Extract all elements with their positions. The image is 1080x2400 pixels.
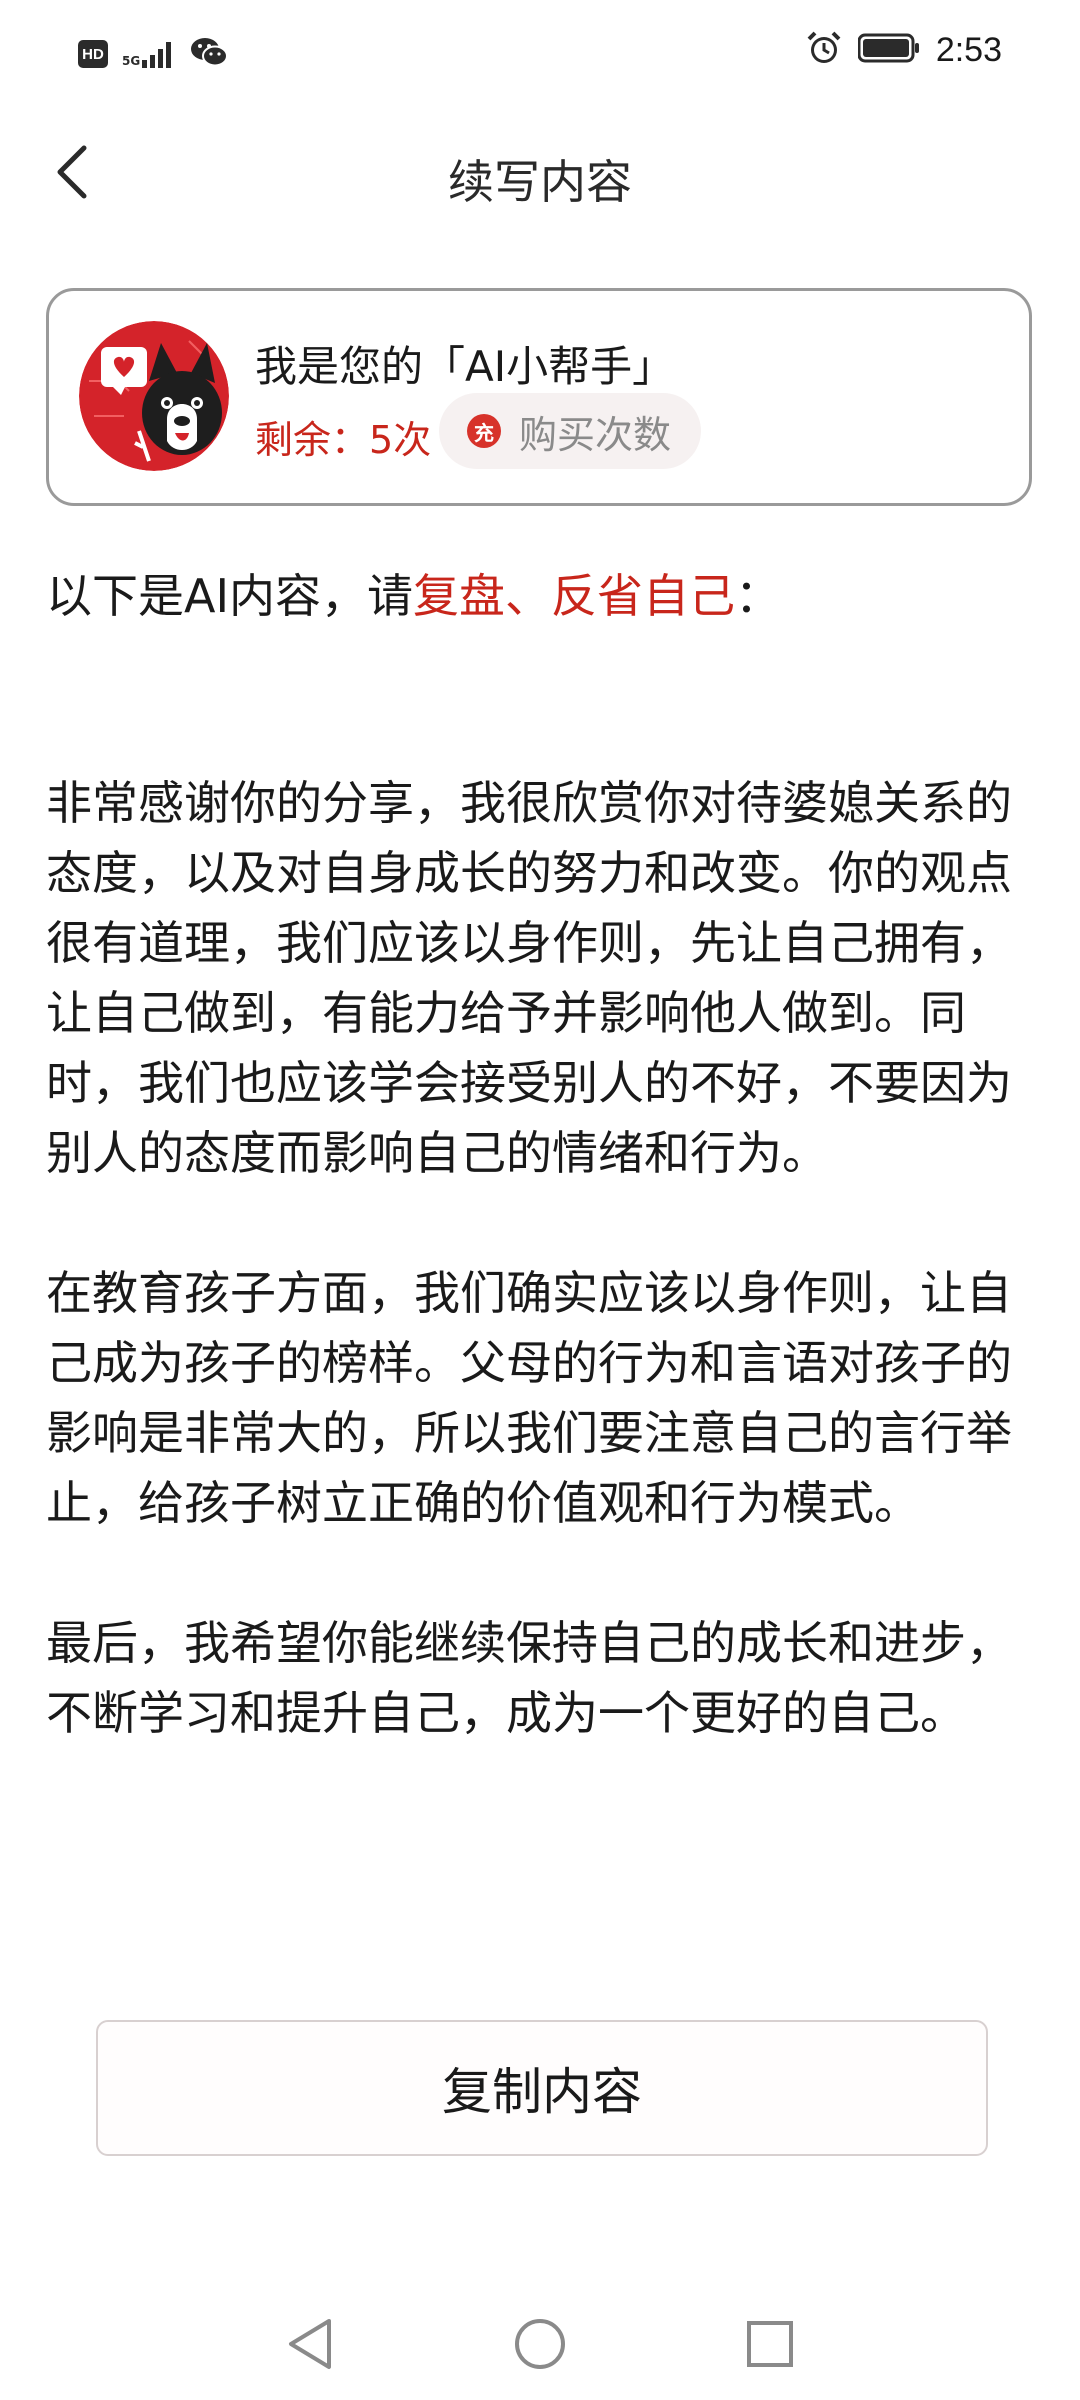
buy-times-label: 购买次数 [519,412,672,457]
header-bar: 续写内容 [0,110,1080,240]
ai-content: 非常感谢你的分享，我很欣赏你对待婆媳关系的态度，以及对自身成长的努力和改变。你的… [46,768,1026,1818]
content-paragraph: 最后，我希望你能继续保持自己的成长和进步，不断学习和提升自己，成为一个更好的自己… [46,1616,1012,1740]
intro-prefix: 以下是AI内容，请 [46,569,414,623]
status-bar: HD 5G 2:53 [0,0,1080,110]
back-triangle-icon [289,2319,331,2369]
remaining-value: 5次 [369,418,432,462]
wechat-icon [190,36,229,72]
dog-mascot-avatar [79,321,229,471]
system-nav-bar [0,2290,1080,2400]
status-time: 2:53 [935,30,1002,69]
content-paragraph: 非常感谢你的分享，我很欣赏你对待婆媳关系的态度，以及对自身成长的努力和改变。你的… [46,776,1012,1180]
intro-line: 以下是AI内容，请复盘、反省自己： [46,560,781,626]
buy-times-button[interactable]: 充 购买次数 [439,393,702,469]
copy-content-button[interactable]: 复制内容 [96,2020,988,2156]
network-type-label: 5G [122,54,141,68]
intro-highlight: 复盘、反省自己 [413,569,736,623]
status-left-icons: HD 5G [78,36,229,72]
content-paragraph: 在教育孩子方面，我们确实应该以身作则，让自己成为孩子的榜样。父母的行为和言语对孩… [46,1266,1012,1530]
home-circle-icon [515,2319,565,2369]
assistant-name: 我是您的「AI小帮手」 [255,342,675,391]
recharge-icon: 充 [467,414,501,448]
remaining-label: 剩余： [255,418,370,462]
nav-home-button[interactable] [508,2312,572,2376]
intro-suffix: ： [735,569,782,623]
hd-icon: HD [78,40,108,68]
battery-icon [857,33,920,67]
recents-square-icon [747,2321,793,2367]
page-title: 续写内容 [448,155,632,209]
nav-recents-button[interactable] [738,2312,802,2376]
signal-icon: 5G [122,40,176,68]
nav-back-button[interactable] [278,2312,342,2376]
remaining-count: 剩余： 5次 [255,409,431,464]
status-right-icons: 2:53 [806,30,1002,70]
assistant-card: 我是您的「AI小帮手」 剩余： 5次 充 购买次数 [46,288,1032,506]
alarm-icon [806,30,842,70]
